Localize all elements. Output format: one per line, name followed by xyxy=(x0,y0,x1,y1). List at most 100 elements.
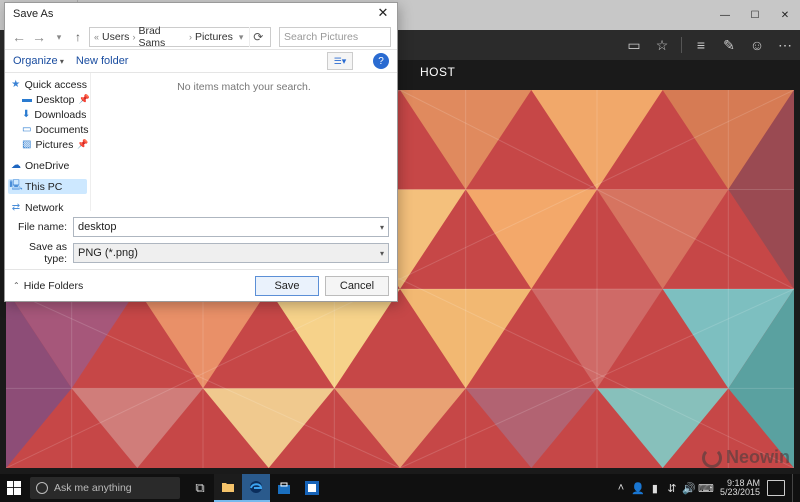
window-minimize-button[interactable]: — xyxy=(710,1,740,29)
tray-overflow-icon[interactable]: ˄ xyxy=(614,474,628,502)
pc-icon: 🖳 xyxy=(11,182,21,192)
cloud-icon: ☁ xyxy=(11,161,21,171)
tree-onedrive[interactable]: ☁OneDrive xyxy=(8,158,87,173)
save-button[interactable]: Save xyxy=(255,276,319,296)
favorite-star-icon[interactable]: ☆ xyxy=(653,36,671,54)
tree-documents[interactable]: ▭Documents📌 xyxy=(8,122,87,137)
tray-network-icon[interactable]: ⇵ xyxy=(665,474,679,502)
window-close-button[interactable]: ✕ xyxy=(770,1,800,29)
webnote-icon[interactable]: ✎ xyxy=(720,36,738,54)
chevron-right-icon: › xyxy=(132,32,135,42)
organize-menu[interactable]: Organize xyxy=(13,55,64,67)
tray-people-icon[interactable]: 👤 xyxy=(631,474,645,502)
dialog-body: ★Quick access ▬Desktop📌 ⬇Downloads📌 ▭Doc… xyxy=(5,73,397,211)
new-folder-button[interactable]: New folder xyxy=(76,55,129,67)
nav-tree: ★Quick access ▬Desktop📌 ⬇Downloads📌 ▭Doc… xyxy=(5,73,91,211)
show-desktop-button[interactable] xyxy=(792,474,796,502)
crumb-user[interactable]: Brad Sams xyxy=(138,25,186,49)
share-icon[interactable]: ☺ xyxy=(748,36,766,54)
edge-icon xyxy=(249,480,263,494)
hub-icon[interactable]: ≡ xyxy=(692,36,710,54)
folder-icon xyxy=(221,480,235,494)
tray-keyboard-icon[interactable]: ⌨ xyxy=(699,474,713,502)
file-name-dropdown-icon[interactable]: ▾ xyxy=(380,223,384,232)
chevron-right-icon: › xyxy=(189,32,192,42)
cortana-icon xyxy=(36,482,48,494)
save-as-type-value: PNG (*.png) xyxy=(78,247,138,259)
file-name-value: desktop xyxy=(78,221,117,233)
star-icon: ★ xyxy=(11,80,21,90)
task-view-icon: ⧉ xyxy=(195,480,204,496)
nav-back-icon[interactable]: ← xyxy=(11,29,27,45)
save-as-dialog: Save As ✕ ← → ▾ ↑ « Users › Brad Sams › … xyxy=(4,2,398,302)
system-tray: ˄ 👤 ▮ ⇵ 🔊 ⌨ 9:18 AM 5/23/2015 xyxy=(614,474,800,502)
refresh-icon[interactable]: ⟳ xyxy=(249,27,266,47)
windows-logo-icon xyxy=(7,481,21,495)
cancel-button[interactable]: Cancel xyxy=(325,276,389,296)
pin-icon: 📌 xyxy=(77,139,88,150)
save-fields: File name: desktop ▾ Save as type: PNG (… xyxy=(5,211,397,269)
dialog-titlebar[interactable]: Save As ✕ xyxy=(5,3,397,25)
tree-network[interactable]: ⇄Network xyxy=(8,200,87,211)
dialog-toolbar: Organize New folder ☰▾ ? xyxy=(5,49,397,73)
tree-quick-access[interactable]: ★Quick access xyxy=(8,77,87,92)
taskbar: Ask me anything ⧉ ˄ 👤 ▮ ⇵ 🔊 ⌨ 9:18 AM 5/… xyxy=(0,474,800,502)
dialog-footer: ⌃Hide Folders Save Cancel xyxy=(5,269,397,301)
pin-icon: 📌 xyxy=(79,94,90,105)
watermark: Neowin xyxy=(702,447,790,468)
taskbar-app-explorer[interactable] xyxy=(214,474,242,502)
taskbar-app-edge[interactable] xyxy=(242,474,270,502)
watermark-text: Neowin xyxy=(726,447,790,468)
collapse-icon: ⌃ xyxy=(13,281,20,290)
desktop-icon: ▬ xyxy=(22,95,32,105)
crumb-users[interactable]: Users xyxy=(102,31,129,43)
save-as-type-dropdown-icon[interactable]: ▾ xyxy=(380,249,384,258)
file-list[interactable]: No items match your search. xyxy=(91,73,397,211)
tree-pictures[interactable]: ▧Pictures📌 xyxy=(8,137,87,152)
taskbar-app-store[interactable] xyxy=(270,474,298,502)
task-view-button[interactable]: ⧉ xyxy=(186,474,214,502)
start-button[interactable] xyxy=(0,474,28,502)
nav-recent-icon[interactable]: ▾ xyxy=(51,29,67,45)
nav-up-icon[interactable]: ↑ xyxy=(71,30,85,44)
empty-state-text: No items match your search. xyxy=(177,81,311,93)
reading-view-icon[interactable]: ▭ xyxy=(625,36,643,54)
action-center-icon[interactable] xyxy=(767,480,785,496)
view-options-button[interactable]: ☰▾ xyxy=(327,52,353,70)
save-as-type-select[interactable]: PNG (*.png) ▾ xyxy=(73,243,389,263)
pictures-icon: ▧ xyxy=(22,140,31,150)
search-input[interactable]: Search Pictures xyxy=(279,27,391,47)
download-icon: ⬇ xyxy=(22,110,30,120)
tree-desktop[interactable]: ▬Desktop📌 xyxy=(8,92,87,107)
file-name-input[interactable]: desktop ▾ xyxy=(73,217,389,237)
cortana-search-input[interactable]: Ask me anything xyxy=(30,477,180,499)
tray-volume-icon[interactable]: 🔊 xyxy=(682,474,696,502)
dialog-close-button[interactable]: ✕ xyxy=(371,4,395,22)
taskbar-app-unknown[interactable] xyxy=(298,474,326,502)
file-name-label: File name: xyxy=(13,221,73,233)
breadcrumb-dropdown-icon[interactable]: ▾ xyxy=(239,32,244,43)
cortana-placeholder: Ask me anything xyxy=(54,482,132,494)
app-icon xyxy=(305,481,319,495)
clock[interactable]: 9:18 AM 5/23/2015 xyxy=(716,479,764,497)
document-icon: ▭ xyxy=(22,125,31,135)
tree-this-pc[interactable]: 🖳This PC xyxy=(8,179,87,194)
store-icon xyxy=(277,481,291,495)
tray-battery-icon[interactable]: ▮ xyxy=(648,474,662,502)
hide-folders-toggle[interactable]: ⌃Hide Folders xyxy=(13,280,83,292)
more-icon[interactable]: ⋯ xyxy=(776,36,794,54)
crumb-folder[interactable]: Pictures xyxy=(195,31,233,43)
network-icon: ⇄ xyxy=(11,203,21,212)
window-maximize-button[interactable]: ☐ xyxy=(740,1,770,29)
watermark-logo-icon xyxy=(702,448,722,468)
dialog-nav-row: ← → ▾ ↑ « Users › Brad Sams › Pictures ▾… xyxy=(5,25,397,49)
save-as-type-label: Save as type: xyxy=(13,241,73,265)
page-title: HOST xyxy=(420,65,455,79)
tree-downloads[interactable]: ⬇Downloads📌 xyxy=(8,107,87,122)
nav-forward-icon[interactable]: → xyxy=(31,29,47,45)
dialog-title: Save As xyxy=(13,8,53,20)
clock-date: 5/23/2015 xyxy=(720,488,760,497)
help-icon[interactable]: ? xyxy=(373,53,389,69)
breadcrumb-root-icon[interactable]: « xyxy=(94,32,99,42)
breadcrumb-bar[interactable]: « Users › Brad Sams › Pictures ▾ ⟳ xyxy=(89,27,271,47)
